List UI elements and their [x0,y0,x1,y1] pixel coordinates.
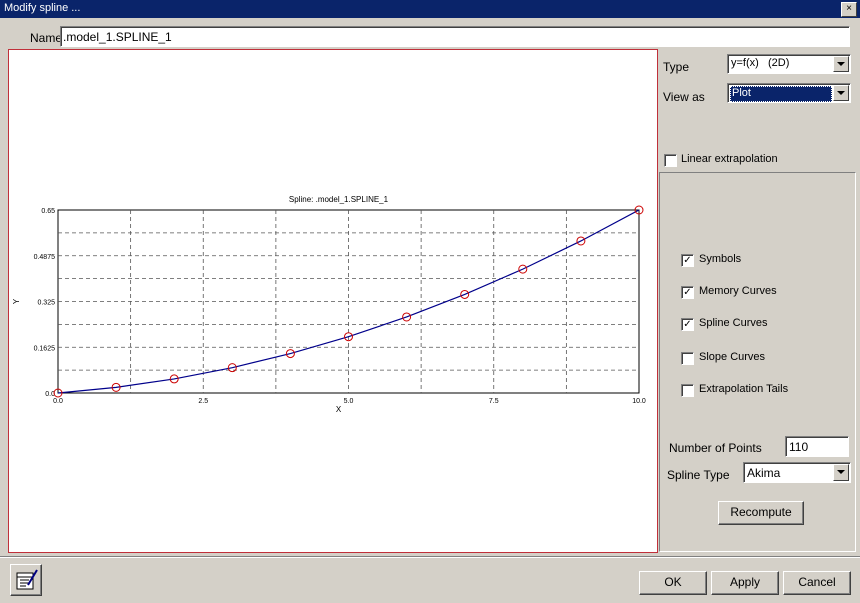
linear-extrapolation-checkbox[interactable] [664,154,677,167]
linear-extrapolation-label: Linear extrapolation [681,153,778,165]
memory-curves-label: Memory Curves [699,285,777,297]
recompute-button[interactable]: Recompute [718,501,804,525]
memory-curves-checkbox[interactable]: ✓ [681,286,694,299]
slope-curves-checkbox[interactable] [681,352,694,365]
spline-type-select[interactable]: Akima [743,462,851,483]
y-axis-label: Y [12,298,21,304]
chevron-down-icon[interactable] [833,56,849,72]
x-tick-label: 10.0 [632,398,646,405]
ok-button[interactable]: OK [639,571,707,595]
table-edit-button[interactable] [10,564,42,596]
window-title: Modify spline ... [4,2,81,14]
chevron-down-icon[interactable] [833,464,849,481]
spline-type-label: Spline Type [667,468,730,482]
recompute-label: Recompute [730,505,792,519]
footer-separator [0,556,860,558]
symbols-checkbox[interactable]: ✓ [681,254,694,267]
chart-title: Spline: .model_1.SPLINE_1 [289,195,389,204]
y-tick-label: 0.1625 [34,345,56,352]
y-tick-label: 0.65 [41,208,55,215]
type-select-value: y=f(x) (2D) [731,57,790,69]
spline-curves-checkbox[interactable]: ✓ [681,318,694,331]
x-axis-label: X [336,405,342,414]
num-points-value: 110 [789,440,809,454]
type-label: Type [663,60,690,74]
extrapolation-tails-checkbox[interactable] [681,384,694,397]
x-tick-label: 0.0 [53,398,63,405]
apply-button[interactable]: Apply [711,571,779,595]
name-field[interactable]: .model_1.SPLINE_1 [60,26,850,47]
view-as-label: View as [663,90,705,104]
name-label: Name [30,31,63,45]
apply-label: Apply [729,575,761,589]
chevron-down-icon[interactable] [833,85,849,101]
x-tick-label: 2.5 [198,398,208,405]
type-select[interactable]: y=f(x) (2D) [727,54,851,74]
close-button[interactable]: × [841,2,857,17]
extrapolation-tails-label: Extrapolation Tails [699,383,789,395]
spline-type-value: Akima [747,466,781,480]
symbols-label: Symbols [699,253,742,265]
y-tick-label: 0.4875 [34,254,56,261]
slope-curves-label: Slope Curves [699,351,766,363]
close-icon: × [846,3,852,14]
cancel-label: Cancel [798,575,836,589]
spline-curves-label: Spline Curves [699,317,768,329]
title-bar: Modify spline ... × [0,0,860,18]
y-tick-label: 0.325 [37,300,55,307]
ok-label: OK [664,575,682,589]
view-as-select-value: Plot [732,87,751,99]
plot-panel: Spline: .model_1.SPLINE_1 0.0 2.5 5.0 7.5 10.… [8,49,658,553]
table-edit-icon [16,569,38,590]
cancel-button[interactable]: Cancel [783,571,851,595]
view-as-select[interactable]: Plot [727,83,851,103]
num-points-label: Number of Points [669,441,762,455]
x-tick-label: 5.0 [344,398,354,405]
x-tick-label: 7.5 [489,398,499,405]
num-points-input[interactable]: 110 [785,436,849,457]
name-field-value: .model_1.SPLINE_1 [63,30,172,44]
spline-chart: Spline: .model_1.SPLINE_1 0.0 2.5 5.0 7.5 10.… [12,195,646,414]
